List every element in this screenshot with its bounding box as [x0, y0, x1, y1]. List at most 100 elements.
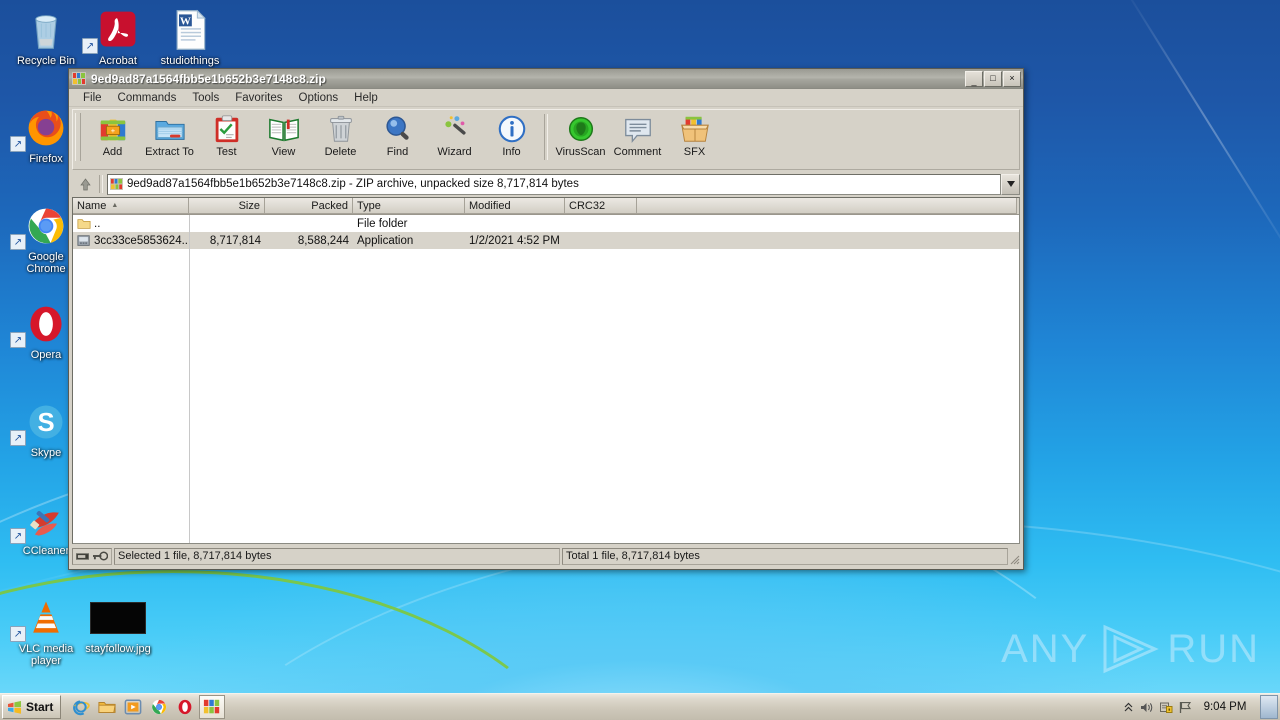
taskbar-item-google-chrome[interactable]	[147, 696, 171, 718]
skype-icon: S	[29, 405, 63, 439]
shortcut-overlay-icon: ↗	[82, 38, 98, 54]
quick-launch-area[interactable]	[69, 695, 226, 719]
toolbar-button-label: VirusScan	[555, 146, 606, 158]
toolbar-grip[interactable]	[75, 113, 81, 161]
google-chrome-icon	[152, 699, 167, 715]
toolbar-separator	[544, 114, 548, 160]
shortcut-overlay-icon: ↗	[10, 626, 26, 642]
toolbar-button-comment[interactable]: Comment	[609, 112, 666, 164]
shortcut-overlay-icon: ↗	[10, 430, 26, 446]
desktop-icon-vlc-media-player[interactable]: ↗ VLC media player	[8, 594, 84, 667]
address-separator	[99, 175, 103, 193]
taskbar[interactable]: Start 9:04 PM	[0, 693, 1280, 720]
shortcut-overlay-icon: ↗	[10, 136, 26, 152]
taskbar-item-internet-explorer[interactable]	[69, 696, 93, 718]
taskbar-item-media-player[interactable]	[121, 696, 145, 718]
desktop: Recycle Bin ↗ Acrobat Wstudiothings ↗ Fire…	[0, 0, 1280, 720]
minimize-button[interactable]: _	[965, 70, 983, 87]
show-hidden-icons-icon[interactable]	[1123, 702, 1134, 713]
info-circle-icon	[496, 112, 528, 146]
show-desktop-button[interactable]	[1260, 695, 1278, 719]
close-button[interactable]: ×	[1003, 70, 1021, 87]
file-rows[interactable]: .. File folder 3cc33ce5853624... 8,717,814…	[73, 215, 1019, 543]
google-chrome-icon	[28, 208, 64, 244]
toolbar-button-info[interactable]: Info	[483, 112, 540, 164]
tray-clock[interactable]: 9:04 PM	[1198, 701, 1252, 713]
toolbar-button-delete[interactable]: Delete	[312, 112, 369, 164]
toolbar-button-view[interactable]: View	[255, 112, 312, 164]
toolbar-button-label: Comment	[613, 146, 662, 158]
speaker-icon[interactable]	[1140, 701, 1154, 714]
column-header-crc32[interactable]: CRC32	[565, 198, 637, 214]
address-field[interactable]: 9ed9ad87a1564fbb5e1b652b3e7148c8.zip - Z…	[107, 173, 1001, 195]
column-header-label: Modified	[469, 199, 511, 212]
cell-name: 3cc33ce5853624...	[73, 234, 189, 248]
flag-icon[interactable]	[1179, 701, 1192, 714]
toolbar-button-add[interactable]: + Add	[84, 112, 141, 164]
extract-folder-icon	[154, 121, 185, 140]
system-tray[interactable]: 9:04 PM	[1123, 695, 1280, 719]
window-titlebar[interactable]: 9ed9ad87a1564fbb5e1b652b3e7148c8.zip _ □…	[69, 69, 1023, 89]
toolbar-button-find[interactable]: Find	[369, 112, 426, 164]
column-header-blank[interactable]	[637, 198, 1017, 214]
view-book-icon	[268, 112, 300, 146]
toolbar-button-virusscan[interactable]: VirusScan	[552, 112, 609, 164]
menu-item-tools[interactable]: Tools	[184, 91, 227, 105]
cell-type: Application	[357, 234, 414, 247]
watermark-text-run: RUN	[1167, 626, 1260, 671]
taskbar-item-opera[interactable]	[173, 696, 197, 718]
desktop-icon-acrobat[interactable]: ↗ Acrobat	[80, 6, 156, 68]
start-button[interactable]: Start	[2, 695, 62, 719]
column-header-modified[interactable]: Modified	[465, 198, 565, 214]
wallpaper-streak-1	[1119, 0, 1280, 270]
close-icon: ×	[1009, 73, 1015, 83]
add-archive-icon: +	[100, 119, 125, 141]
maximize-icon: □	[990, 73, 996, 83]
menu-item-options[interactable]: Options	[291, 91, 347, 105]
maximize-button[interactable]: □	[984, 70, 1002, 87]
menu-item-help[interactable]: Help	[346, 91, 386, 105]
word-document-icon: W	[152, 6, 228, 54]
menu-item-file[interactable]: File	[75, 91, 110, 105]
menu-bar[interactable]: File Commands Tools Favorites Options Help	[69, 89, 1023, 107]
network-icon[interactable]	[1160, 701, 1173, 714]
column-header-label: Packed	[311, 199, 348, 212]
column-header-packed[interactable]: Packed	[265, 198, 353, 214]
desktop-icon-recycle-bin[interactable]: Recycle Bin	[8, 6, 84, 68]
image-thumbnail-icon	[90, 602, 146, 634]
comment-bubble-icon	[622, 112, 654, 146]
toolbar-button-label: View	[271, 146, 296, 158]
image-thumbnail-icon	[80, 594, 156, 642]
status-icons[interactable]	[72, 547, 112, 565]
toolbar[interactable]: + Add Extract To Test View Delete Find W…	[72, 109, 1020, 170]
toolbar-button-sfx[interactable]: SFX	[666, 112, 723, 164]
cell-packed: 8,588,244	[297, 234, 349, 247]
key-icon	[93, 551, 108, 561]
name-column-divider	[189, 215, 190, 543]
toolbar-button-wizard[interactable]: Wizard	[426, 112, 483, 164]
desktop-icon-stayfollow-jpg[interactable]: stayfollow.jpg	[80, 594, 156, 656]
toolbar-button-test[interactable]: Test	[198, 112, 255, 164]
address-bar[interactable]: 9ed9ad87a1564fbb5e1b652b3e7148c8.zip - Z…	[72, 173, 1020, 195]
column-header-name[interactable]: Name ▲	[73, 198, 189, 214]
menu-item-commands[interactable]: Commands	[110, 91, 185, 105]
file-list-pane[interactable]: Name ▲ Size Packed Type Modified CRC32 .. File …	[72, 197, 1020, 544]
taskbar-item-winrar[interactable]	[199, 695, 226, 719]
toolbar-button-label: Test	[216, 146, 237, 158]
menu-item-favorites[interactable]: Favorites	[227, 91, 290, 105]
table-row[interactable]: .. File folder	[73, 215, 1019, 232]
address-dropdown-button[interactable]	[1001, 173, 1020, 195]
toolbar-button-label: SFX	[683, 146, 706, 158]
application-exe-icon	[77, 234, 91, 248]
up-one-level-button[interactable]	[72, 174, 98, 194]
column-headers[interactable]: Name ▲ Size Packed Type Modified CRC32	[73, 198, 1019, 215]
column-header-size[interactable]: Size	[189, 198, 265, 214]
table-row[interactable]: 3cc33ce5853624... 8,717,814 8,588,244 Appli…	[73, 232, 1019, 249]
desktop-icon-studiothings[interactable]: Wstudiothings	[152, 6, 228, 68]
taskbar-item-windows-explorer[interactable]	[95, 696, 119, 718]
resize-grip[interactable]	[1008, 548, 1020, 565]
column-header-type[interactable]: Type	[353, 198, 465, 214]
toolbar-button-extract-to[interactable]: Extract To	[141, 112, 198, 164]
winrar-window[interactable]: 9ed9ad87a1564fbb5e1b652b3e7148c8.zip _ □…	[68, 68, 1024, 570]
window-title: 9ed9ad87a1564fbb5e1b652b3e7148c8.zip	[91, 71, 326, 86]
